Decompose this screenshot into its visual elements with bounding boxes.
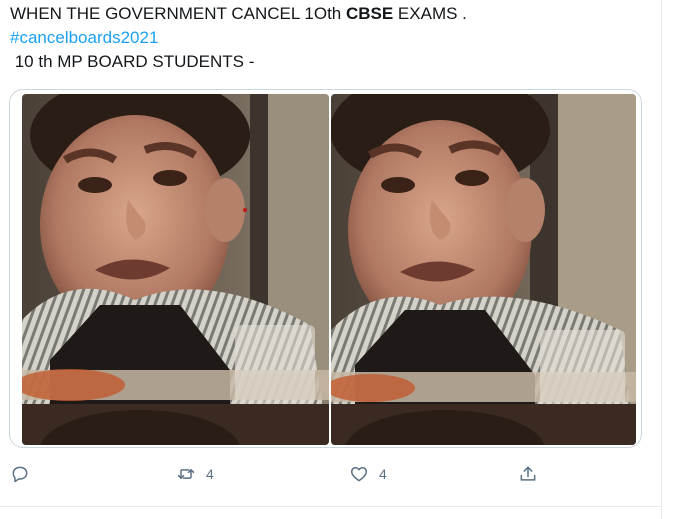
tweet-line-3: 10 th MP BOARD STUDENTS - [10, 52, 255, 71]
retweet-button[interactable]: 4 [176, 458, 214, 490]
tweet-media-image[interactable] [9, 89, 642, 448]
tweet-line-1-end: EXAMS . [393, 4, 467, 23]
tweet-line-1-text: WHEN THE GOVERNMENT CANCEL 1Oth [10, 4, 346, 23]
reply-icon [12, 466, 28, 483]
tweet-text: WHEN THE GOVERNMENT CANCEL 1Oth CBSE EXA… [10, 2, 650, 74]
share-button[interactable] [518, 458, 538, 490]
like-count: 4 [379, 466, 387, 482]
reply-button[interactable] [10, 458, 30, 490]
tweet-bold-word: CBSE [345, 4, 394, 23]
timeline-divider [661, 0, 662, 519]
tweet-divider [0, 506, 661, 507]
tweet-actions-bar: 4 4 [0, 458, 661, 490]
retweet-count: 4 [206, 466, 214, 482]
tweet-line-1: WHEN THE GOVERNMENT CANCEL 1Oth CBSE EXA… [10, 2, 650, 26]
heart-icon [350, 467, 368, 482]
like-button[interactable]: 4 [349, 458, 387, 490]
hashtag-link[interactable]: #cancelboards2021 [10, 26, 650, 50]
retweet-icon [177, 469, 195, 479]
crying-boy-meme-image [22, 94, 636, 445]
share-icon [520, 466, 536, 481]
